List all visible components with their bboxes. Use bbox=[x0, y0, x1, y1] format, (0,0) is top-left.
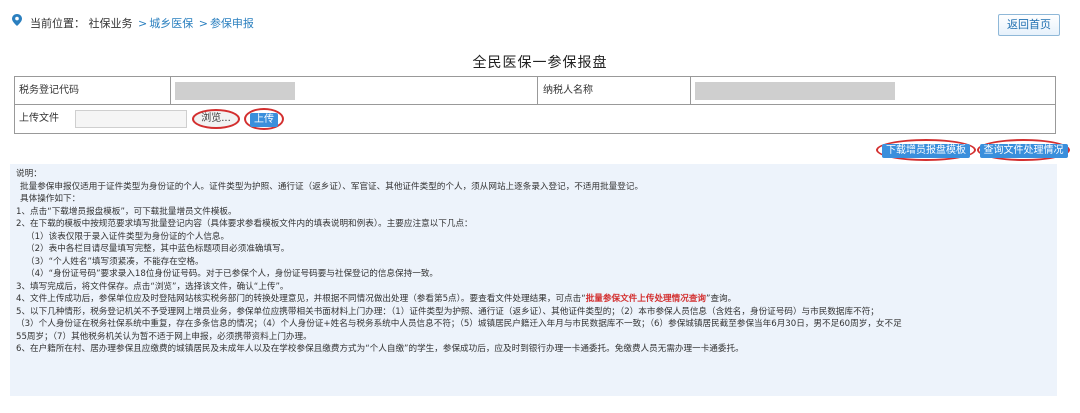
form-row-tax-info: 税务登记代码 纳税人名称 bbox=[15, 77, 1055, 105]
instruction-text: 4、文件上传成功后，参保单位应及时登陆网站核实税务部门的转换处理意见，并根据不同… bbox=[16, 294, 586, 304]
instruction-line: 5、以下几种情形，税务登记机关不予受理网上增员业务，参保单位应携带相关书面材料上… bbox=[16, 306, 879, 317]
instruction-line: 3、填写完成后，将文件保存。点击“浏览”，选择该文件，确认“上传”。 bbox=[16, 281, 289, 292]
breadcrumb-separator: > bbox=[198, 17, 208, 30]
breadcrumb-separator: > bbox=[138, 17, 148, 30]
instructions-panel: 说明： 批量参保申报仅适用于证件类型为身份证的个人。证件类型为护照、通行证（返乡… bbox=[10, 164, 1057, 396]
query-status-button[interactable]: 查询文件处理情况 bbox=[977, 139, 1070, 161]
instruction-line: 1、点击“下载增员报盘模板”，可下载批量增员文件模板。 bbox=[16, 206, 237, 217]
upload-form: 税务登记代码 纳税人名称 上传文件 浏览... 上传 bbox=[14, 76, 1056, 134]
breadcrumb-current-label: 当前位置： bbox=[30, 17, 85, 30]
divider bbox=[690, 77, 691, 104]
return-home-button[interactable]: 返回首页 bbox=[998, 14, 1060, 36]
taxpayer-name-field[interactable] bbox=[695, 82, 895, 100]
divider bbox=[170, 77, 171, 104]
batch-upload-query-link[interactable]: 批量参保文件上传处理情况查询 bbox=[586, 294, 706, 304]
instruction-line: 具体操作如下： bbox=[20, 194, 81, 204]
breadcrumb-bar: 当前位置： 社保业务 > 城乡医保 > 参保申报 返回首页 bbox=[10, 10, 1070, 36]
instruction-text: ”查询。 bbox=[706, 294, 737, 304]
instruction-line: （3）个人身份证在税务社保系统中重复，存在多条信息的情况；（4）个人身份证+姓名… bbox=[16, 319, 902, 329]
divider bbox=[537, 77, 538, 104]
download-template-button[interactable]: 下载增员报盘模板 bbox=[876, 139, 976, 161]
query-status-label: 查询文件处理情况 bbox=[979, 144, 1068, 158]
browse-button[interactable]: 浏览... bbox=[192, 109, 240, 129]
download-template-label: 下载增员报盘模板 bbox=[882, 144, 970, 158]
instruction-line: （3）“个人姓名”填写须紧凑，不能存在空格。 bbox=[26, 256, 204, 267]
instruction-line: 4、文件上传成功后，参保单位应及时登陆网站核实税务部门的转换处理意见，并根据不同… bbox=[16, 293, 1051, 306]
instruction-line: （2）表中各栏目请尽量填写完整，其中蓝色标题项目必须准确填写。 bbox=[26, 244, 290, 254]
breadcrumb-link-enrollment[interactable]: 参保申报 bbox=[210, 17, 254, 30]
upload-file-label: 上传文件 bbox=[19, 113, 59, 124]
breadcrumb-link-rural-insurance[interactable]: 城乡医保 bbox=[149, 17, 193, 30]
instruction-line: （4）“身份证号码”要求录入18位身份证号码。对于已参保个人，身份证号码要与社保… bbox=[26, 269, 439, 279]
taxpayer-name-label: 纳税人名称 bbox=[543, 85, 593, 96]
instruction-line: 2、在下载的模板中按规范要求填写批量登记内容（具体要求参看模板文件内的填表说明和… bbox=[16, 219, 473, 229]
location-pin-icon bbox=[12, 14, 22, 26]
file-path-input[interactable] bbox=[75, 110, 187, 128]
tax-code-label: 税务登记代码 bbox=[19, 85, 79, 96]
instructions-title: 说明： bbox=[16, 169, 42, 179]
instruction-line: 55周岁；（7）其他税务机关认为暂不适于网上申报，必须携带资料上门办理。 bbox=[16, 331, 312, 342]
instruction-line: 6、在户籍所在村、居办理参保且应缴费的城镇居民及未成年人以及在学校参保且缴费方式… bbox=[16, 344, 744, 354]
upload-button[interactable]: 上传 bbox=[244, 108, 284, 130]
form-row-upload: 上传文件 浏览... 上传 bbox=[15, 105, 1055, 133]
upload-button-label: 上传 bbox=[250, 113, 278, 127]
page-title: 全民医保一参保报盘 bbox=[472, 55, 608, 71]
tax-code-field[interactable] bbox=[175, 82, 295, 100]
instruction-line: （1）该表仅限于录入证件类型为身份证的个人信息。 bbox=[26, 231, 230, 242]
breadcrumb-section[interactable]: 社保业务 bbox=[89, 17, 133, 30]
breadcrumb: 当前位置： 社保业务 > 城乡医保 > 参保申报 bbox=[30, 15, 254, 31]
instruction-line: 批量参保申报仅适用于证件类型为身份证的个人。证件类型为护照、通行证（返乡证）、军… bbox=[20, 181, 644, 192]
